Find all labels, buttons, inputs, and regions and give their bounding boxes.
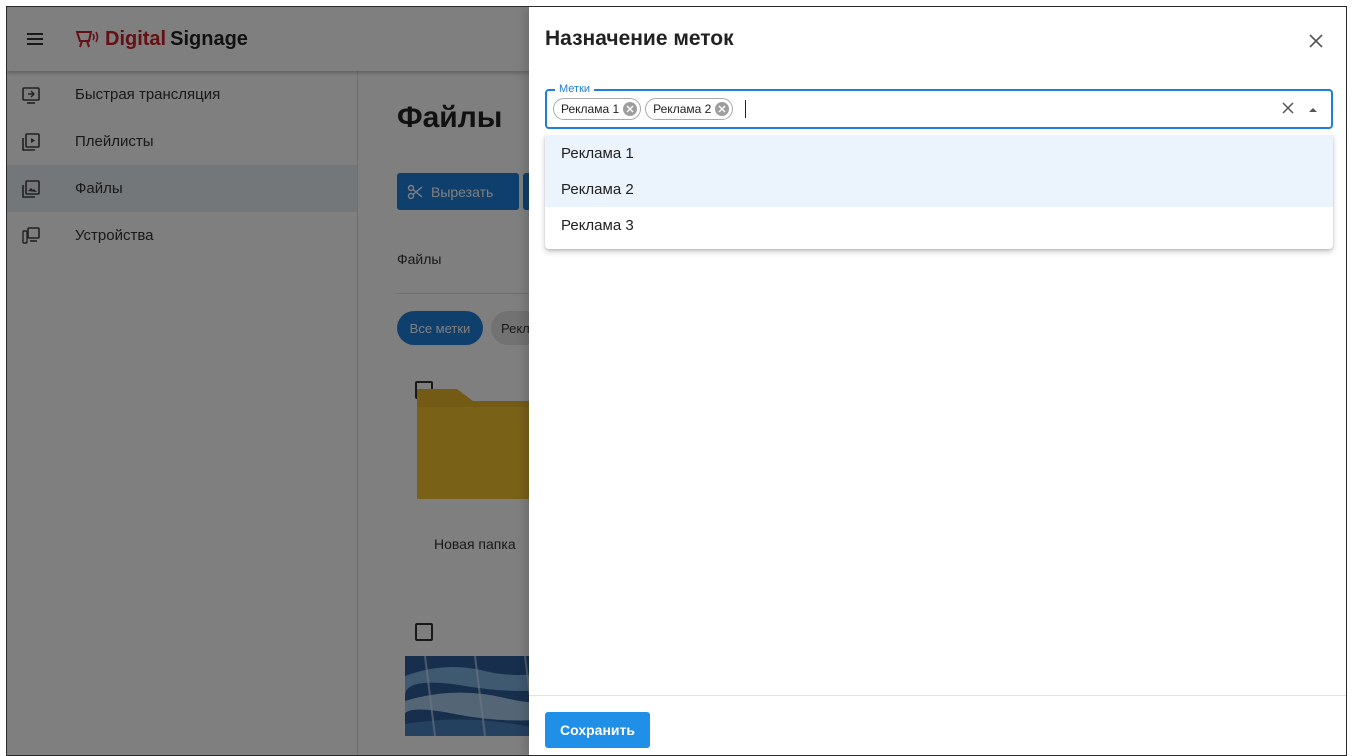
remove-tag-icon[interactable] (715, 102, 730, 116)
footer-divider (529, 695, 1346, 696)
drawer-title: Назначение меток (545, 27, 734, 50)
remove-tag-icon[interactable] (623, 102, 638, 116)
close-icon (1309, 34, 1323, 48)
assign-tags-drawer: Назначение меток Метки Реклама 1 Реклама… (529, 7, 1346, 755)
tag-option[interactable]: Реклама 3 (545, 207, 1333, 243)
tags-listbox: Реклама 1 Реклама 2 Реклама 3 (545, 133, 1333, 249)
app-window: Digital Signage Быстрая трансляция Плейл… (6, 6, 1347, 756)
tag-chip[interactable]: Реклама 2 (645, 98, 734, 120)
selected-tags: Реклама 1 Реклама 2 (553, 98, 747, 120)
arrow-up-icon (1309, 108, 1317, 112)
tag-chip-label: Реклама 2 (653, 102, 712, 116)
tag-chip[interactable]: Реклама 1 (553, 98, 642, 120)
save-button[interactable]: Сохранить (545, 712, 650, 748)
text-cursor (745, 100, 747, 118)
modal-backdrop[interactable] (7, 7, 529, 755)
tag-option[interactable]: Реклама 2 (545, 171, 1333, 207)
clear-icon (1282, 102, 1294, 114)
collapse-button[interactable] (1307, 103, 1319, 115)
tag-chip-label: Реклама 1 (561, 102, 620, 116)
tag-option[interactable]: Реклама 1 (545, 135, 1333, 171)
tags-field-label: Метки (555, 82, 595, 96)
tags-autocomplete[interactable]: Метки Реклама 1 Реклама 2 (545, 82, 1333, 129)
close-button[interactable] (1302, 27, 1330, 55)
clear-button[interactable] (1281, 101, 1297, 117)
